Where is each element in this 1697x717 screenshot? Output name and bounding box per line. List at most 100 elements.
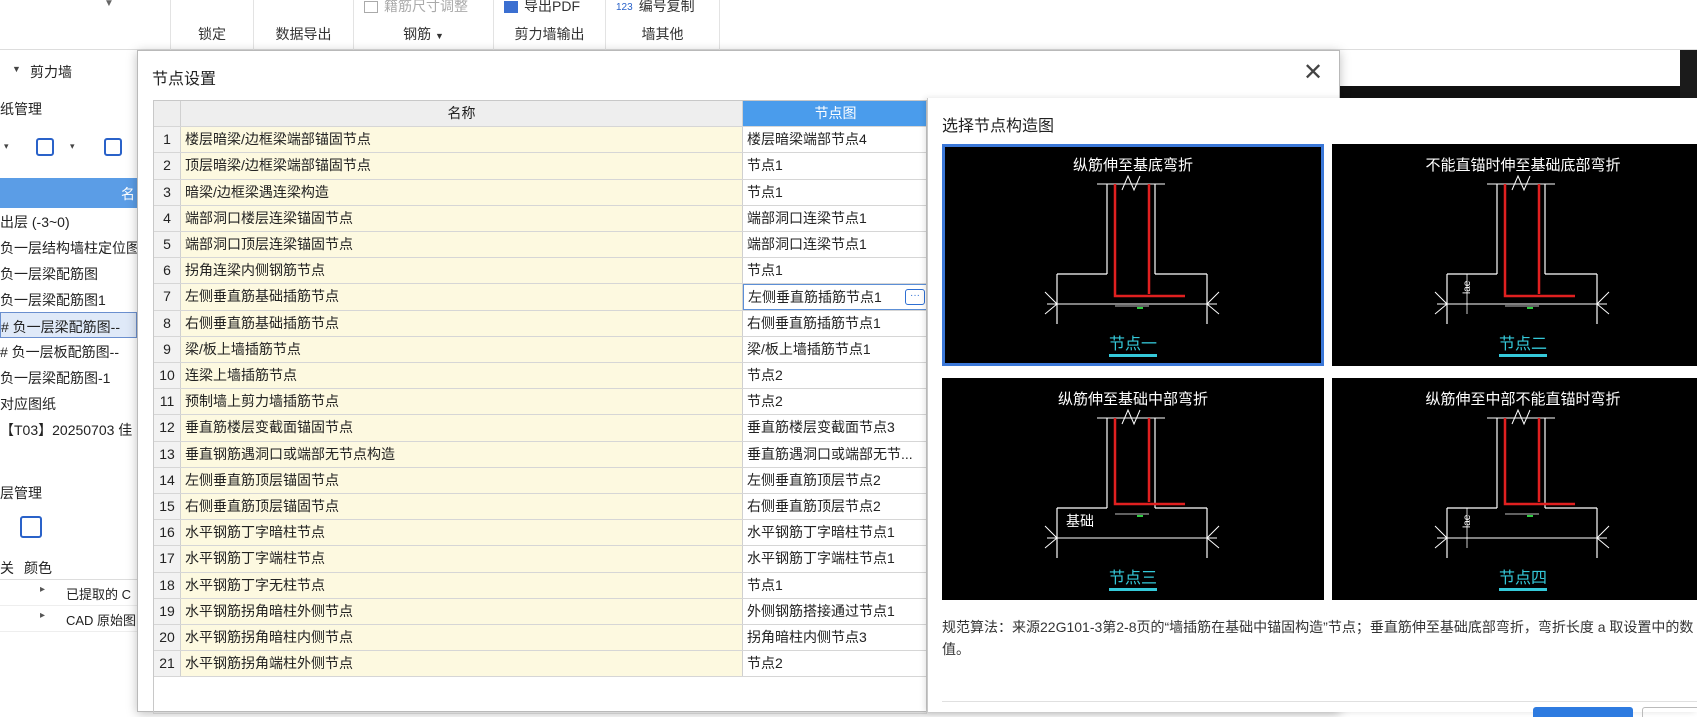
wall-other-group[interactable]: 123 编号复制 墙其他 xyxy=(606,0,720,50)
table-row[interactable]: 17 水平钢筋丁字端柱节点 水平钢筋丁字端柱节点1 xyxy=(154,546,926,573)
drawing-tree-item[interactable]: # 负一层板配筋图-- xyxy=(0,338,137,364)
number-copy-button[interactable]: 123 编号复制 xyxy=(616,0,695,16)
table-row[interactable]: 14 左侧垂直筋顶层锚固节点 左侧垂直筋顶层节点2 xyxy=(154,467,926,494)
export-pdf-button[interactable]: 导出PDF xyxy=(504,0,580,16)
caret-down-icon[interactable]: ▾ xyxy=(4,141,9,152)
node-value-cell[interactable]: 节点2 xyxy=(743,651,926,677)
node-value-cell[interactable]: 水平钢筋丁字端柱节点1 xyxy=(743,546,926,572)
node-name-cell: 端部洞口顶层连梁锚固节点 xyxy=(181,232,743,258)
table-row[interactable]: 5 端部洞口顶层连梁锚固节点 端部洞口连梁节点1 xyxy=(154,232,926,259)
diagram-label[interactable]: 节点二 xyxy=(1332,330,1697,357)
table-row[interactable]: 20 水平钢筋拐角暗柱内侧节点 拐角暗柱内侧节点3 xyxy=(154,625,926,652)
layer-toolbar xyxy=(0,512,137,548)
layer-list-icon[interactable] xyxy=(20,516,42,538)
node-value-cell[interactable]: 右侧垂直筋插筋节点1 xyxy=(743,310,926,336)
diagram-label[interactable]: 节点三 xyxy=(942,564,1324,591)
drawing-tree-item[interactable]: 负一层结构墙柱定位图 xyxy=(0,234,137,260)
cancel-button[interactable] xyxy=(1642,707,1697,717)
table-row[interactable]: 18 水平钢筋丁字无柱节点 节点1 xyxy=(154,572,926,599)
table-row[interactable]: 12 垂直筋楼层变截面锚固节点 垂直筋楼层变截面节点3 xyxy=(154,415,926,442)
node-value-cell[interactable]: 节点2 xyxy=(743,363,926,389)
drawing-tree-item[interactable]: # 负一层梁配筋图-- xyxy=(0,312,137,338)
node-value-cell[interactable]: 楼层暗梁端部节点4 xyxy=(743,127,926,153)
diagram-caption: 纵筋伸至中部不能直锚时弯折 xyxy=(1425,391,1621,408)
table-row[interactable]: 2 顶层暗梁/边框梁端部锚固节点 节点1 xyxy=(154,153,926,180)
copy-icon[interactable] xyxy=(104,138,122,156)
node-name-cell: 拐角连梁内侧钢筋节点 xyxy=(181,258,743,284)
cad-canvas-background xyxy=(1680,50,1697,100)
table-row[interactable]: 11 预制墙上剪力墙插筋节点 节点2 xyxy=(154,389,926,416)
node-value-cell[interactable]: 垂直筋楼层变截面节点3 xyxy=(743,415,926,441)
node-value-cell[interactable]: 梁/板上墙插筋节点1 xyxy=(743,336,926,362)
node-value-cell[interactable]: 左侧垂直筋顶层节点2 xyxy=(743,467,926,493)
table-row[interactable]: 15 右侧垂直筋顶层锚固节点 右侧垂直筋顶层节点2 xyxy=(154,494,926,521)
node-value-cell[interactable]: 端部洞口连梁节点1 xyxy=(743,232,926,258)
node-name-cell: 垂直筋楼层变截面锚固节点 xyxy=(181,415,743,441)
close-icon[interactable]: ✕ xyxy=(1299,59,1327,87)
table-row[interactable]: 13 垂直钢筋遇洞口或端部无节点构造 垂直筋遇洞口或端部无节... xyxy=(154,441,926,468)
adjust-dimension-button[interactable]: 籍筋尺寸调整 xyxy=(364,0,468,16)
node-value-cell[interactable]: 垂直筋遇洞口或端部无节... xyxy=(743,441,926,467)
table-row[interactable]: 19 水平钢筋拐角暗柱外侧节点 外侧钢筋搭接通过节点1 xyxy=(154,598,926,625)
break-symbol xyxy=(1511,408,1531,426)
table-row[interactable]: 16 水平钢筋丁字暗柱节点 水平钢筋丁字暗柱节点1 xyxy=(154,520,926,547)
table-row[interactable]: 3 暗梁/边框梁遇连梁构造 节点1 xyxy=(154,179,926,206)
expand-arrow-icon[interactable]: ▸ xyxy=(40,610,45,621)
diagram-label[interactable]: 节点一 xyxy=(942,330,1324,357)
node-diagram-2[interactable]: lae 不能直锚时伸至基础底部弯折 节点二 xyxy=(1332,144,1697,366)
drawing-tree-item[interactable]: 负一层梁配筋图1 xyxy=(0,286,137,312)
row-number: 2 xyxy=(154,153,181,179)
table-row[interactable]: 7 左侧垂直筋基础插筋节点 左侧垂直筋插筋节点1 ··· xyxy=(154,284,926,311)
shearwall-output-group[interactable]: 导出PDF 剪力墙输出 xyxy=(494,0,606,50)
table-row[interactable]: 8 右侧垂直筋基础插筋节点 右侧垂直筋插筋节点1 xyxy=(154,310,926,337)
table-row[interactable]: 21 水平钢筋拐角端柱外侧节点 节点2 xyxy=(154,651,926,678)
more-options-button[interactable]: ··· xyxy=(905,289,925,306)
table-row[interactable]: 6 拐角连梁内侧钢筋节点 节点1 xyxy=(154,258,926,285)
row-number-header xyxy=(154,101,181,127)
layer-row[interactable]: ▸ CAD 原始图 xyxy=(0,606,137,632)
rebar-group[interactable]: 籍筋尺寸调整 钢筋 ▼ xyxy=(354,0,494,50)
node-value-cell[interactable]: 右侧垂直筋顶层节点2 xyxy=(743,494,926,520)
layer-label: CAD 原始图 xyxy=(66,613,137,628)
node-value-cell[interactable]: 节点1 xyxy=(743,572,926,598)
table-row[interactable]: 9 梁/板上墙插筋节点 梁/板上墙插筋节点1 xyxy=(154,336,926,363)
layer-col-visible: 关 xyxy=(0,560,14,576)
rebar-dropdown[interactable]: 钢筋 ▼ xyxy=(354,24,493,44)
component-type-combo[interactable]: ▼ 剪力墙 xyxy=(0,58,137,84)
drawing-tree-item[interactable]: 出层 (-3~0) xyxy=(0,208,137,234)
table-row[interactable]: 4 端部洞口楼层连梁锚固节点 端部洞口连梁节点1 xyxy=(154,205,926,232)
drawing-tree-item[interactable]: 负一层梁配筋图 xyxy=(0,260,137,286)
node-name-cell: 预制墙上剪力墙插筋节点 xyxy=(181,389,743,415)
node-diagram-1[interactable]: 纵筋伸至基底弯折 节点一 xyxy=(942,144,1324,366)
node-value-cell[interactable]: 水平钢筋丁字暗柱节点1 xyxy=(743,520,926,546)
node-value-cell[interactable]: 拐角暗柱内侧节点3 xyxy=(743,625,926,651)
caret-down-icon[interactable]: ▾ xyxy=(70,141,75,152)
export-group[interactable]: 数据导出 xyxy=(254,0,354,50)
drawing-tree-item[interactable]: 对应图纸 xyxy=(0,390,137,416)
name-column-header[interactable]: 名称 xyxy=(181,101,743,127)
row-number: 8 xyxy=(154,310,181,336)
node-value-cell[interactable]: 节点1 xyxy=(743,258,926,284)
chevron-down-icon[interactable]: ▼ xyxy=(104,0,114,9)
node-value-cell[interactable]: 端部洞口连梁节点1 xyxy=(743,205,926,231)
drawing-tree-item[interactable]: 【T03】20250703 佳 xyxy=(0,416,137,442)
ok-button[interactable] xyxy=(1533,707,1633,717)
lock-group[interactable]: 锁定 xyxy=(170,0,254,50)
table-row[interactable]: 1 楼层暗梁/边框梁端部锚固节点 楼层暗梁端部节点4 xyxy=(154,127,926,154)
node-diagram-3[interactable]: 纵筋伸至基础中部弯折 基础 节点三 xyxy=(942,378,1324,600)
node-diagram-4[interactable]: lae 纵筋伸至中部不能直锚时弯折 节点四 xyxy=(1332,378,1697,600)
drawing-tree-item[interactable]: 负一层梁配筋图-1 xyxy=(0,364,137,390)
break-symbol xyxy=(1121,408,1141,426)
node-value-cell[interactable]: 左侧垂直筋插筋节点1 ··· xyxy=(743,284,926,310)
node-value-cell[interactable]: 节点1 xyxy=(743,179,926,205)
node-value-cell[interactable]: 节点1 xyxy=(743,153,926,179)
edit-icon[interactable] xyxy=(36,138,54,156)
table-row[interactable]: 10 连梁上墙插筋节点 节点2 xyxy=(154,363,926,390)
node-value-cell[interactable]: 外侧钢筋搭接通过节点1 xyxy=(743,598,926,624)
break-symbol xyxy=(1434,291,1448,315)
expand-arrow-icon[interactable]: ▸ xyxy=(40,584,45,595)
diagram-label[interactable]: 节点四 xyxy=(1332,564,1697,591)
node-value-cell[interactable]: 节点2 xyxy=(743,389,926,415)
layer-row[interactable]: ▸ 已提取的 C xyxy=(0,580,137,606)
node-column-header[interactable]: 节点图 xyxy=(743,101,926,127)
